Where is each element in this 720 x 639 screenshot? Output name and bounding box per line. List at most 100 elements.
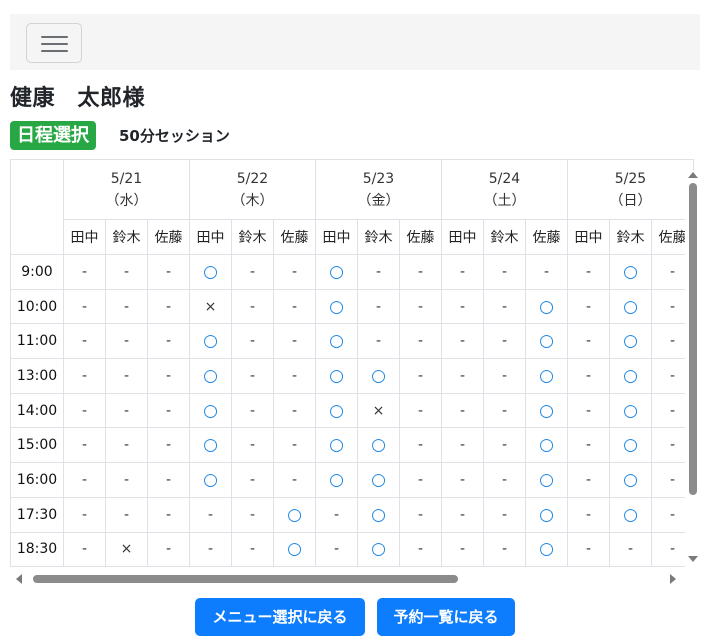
unavailable-slot: - xyxy=(189,531,232,568)
booked-slot: × xyxy=(357,392,400,429)
available-slot[interactable]: ○ xyxy=(357,496,400,533)
back-to-menu-button[interactable]: メニュー選択に戻る xyxy=(195,598,365,636)
available-slot[interactable]: ○ xyxy=(609,462,652,498)
unavailable-slot: - xyxy=(147,392,190,429)
available-slot[interactable]: ○ xyxy=(609,254,652,290)
available-slot[interactable]: ○ xyxy=(189,254,232,290)
unavailable-slot: - xyxy=(63,531,106,568)
time-label: 13:00 xyxy=(10,358,64,394)
unavailable-slot: - xyxy=(399,288,442,325)
scroll-up-arrow-icon[interactable] xyxy=(688,172,698,178)
unavailable-slot: - xyxy=(483,496,526,533)
date-header-row: 5/21 （水） 5/22 （木） 5/23 （金） 5/24 （土） 5/25 （日） xyxy=(10,159,694,255)
unavailable-slot: - xyxy=(105,358,148,394)
unavailable-slot: - xyxy=(273,427,316,464)
available-slot[interactable]: ○ xyxy=(357,358,400,394)
unavailable-slot: - xyxy=(63,496,106,533)
date-header: 5/23 （金） xyxy=(315,159,442,220)
available-slot[interactable]: ○ xyxy=(189,392,232,429)
horizontal-scroll-thumb[interactable] xyxy=(33,575,458,583)
unavailable-slot: - xyxy=(63,288,106,325)
time-label: 14:00 xyxy=(10,392,64,429)
unavailable-slot: - xyxy=(399,323,442,360)
available-slot[interactable]: ○ xyxy=(609,323,652,360)
available-slot[interactable]: ○ xyxy=(525,531,568,568)
unavailable-slot: - xyxy=(483,358,526,394)
unavailable-slot: - xyxy=(273,323,316,360)
unavailable-slot: - xyxy=(315,496,358,533)
unavailable-slot: - xyxy=(567,427,610,464)
date-header: 5/25 （日） xyxy=(567,159,694,220)
available-slot[interactable]: ○ xyxy=(357,462,400,498)
unavailable-slot: - xyxy=(483,531,526,568)
time-label: 9:00 xyxy=(10,254,64,290)
weekday-label: （土） xyxy=(483,192,526,209)
available-slot[interactable]: ○ xyxy=(357,427,400,464)
unavailable-slot: - xyxy=(399,358,442,394)
available-slot[interactable]: ○ xyxy=(315,462,358,498)
time-row: 17:30- - - - - ○ - ○ - - - ○ - ○ - xyxy=(10,496,694,533)
time-label: 10:00 xyxy=(10,288,64,325)
unavailable-slot: - xyxy=(441,427,484,464)
available-slot[interactable]: ○ xyxy=(525,496,568,533)
unavailable-slot: - xyxy=(399,496,442,533)
available-slot[interactable]: ○ xyxy=(525,392,568,429)
unavailable-slot: - xyxy=(357,288,400,325)
available-slot[interactable]: ○ xyxy=(189,358,232,394)
weekday-label: （金） xyxy=(357,192,400,209)
available-slot[interactable]: ○ xyxy=(525,358,568,394)
available-slot[interactable]: ○ xyxy=(315,288,358,325)
available-slot[interactable]: ○ xyxy=(609,288,652,325)
unavailable-slot: - xyxy=(357,323,400,360)
date-header: 5/21 （水） xyxy=(63,159,190,220)
staff-header: 鈴木 xyxy=(483,219,526,255)
unavailable-slot: - xyxy=(231,254,274,290)
unavailable-slot: - xyxy=(441,531,484,568)
available-slot[interactable]: ○ xyxy=(525,462,568,498)
available-slot[interactable]: ○ xyxy=(609,427,652,464)
staff-header: 鈴木 xyxy=(231,219,274,255)
booked-slot: × xyxy=(105,531,148,568)
available-slot[interactable]: ○ xyxy=(315,427,358,464)
unavailable-slot: - xyxy=(399,392,442,429)
staff-header: 鈴木 xyxy=(105,219,148,255)
corner-cell xyxy=(10,159,64,255)
available-slot[interactable]: ○ xyxy=(189,427,232,464)
unavailable-slot: - xyxy=(483,288,526,325)
unavailable-slot: - xyxy=(399,254,442,290)
horizontal-scrollbar[interactable] xyxy=(10,571,685,586)
scroll-left-arrow-icon[interactable] xyxy=(16,574,22,584)
available-slot[interactable]: ○ xyxy=(357,531,400,568)
unavailable-slot: - xyxy=(231,462,274,498)
scroll-down-arrow-icon[interactable] xyxy=(688,556,698,562)
vertical-scroll-thumb[interactable] xyxy=(689,183,697,495)
unavailable-slot: - xyxy=(441,392,484,429)
available-slot[interactable]: ○ xyxy=(315,392,358,429)
schedule-table-container[interactable]: 5/21 （水） 5/22 （木） 5/23 （金） 5/24 （土） 5/25 （日） 田中 鈴木… xyxy=(10,159,698,570)
time-label: 18:30 xyxy=(10,531,64,568)
available-slot[interactable]: ○ xyxy=(273,531,316,568)
available-slot[interactable]: ○ xyxy=(315,323,358,360)
available-slot[interactable]: ○ xyxy=(609,496,652,533)
available-slot[interactable]: ○ xyxy=(273,496,316,533)
available-slot[interactable]: ○ xyxy=(189,462,232,498)
vertical-scrollbar[interactable] xyxy=(685,170,700,570)
available-slot[interactable]: ○ xyxy=(525,323,568,360)
unavailable-slot: - xyxy=(147,288,190,325)
staff-header: 鈴木 xyxy=(609,219,652,255)
unavailable-slot: - xyxy=(147,462,190,498)
unavailable-slot: - xyxy=(441,358,484,394)
available-slot[interactable]: ○ xyxy=(315,254,358,290)
available-slot[interactable]: ○ xyxy=(525,427,568,464)
available-slot[interactable]: ○ xyxy=(609,358,652,394)
navbar-toggler-button[interactable] xyxy=(26,23,82,63)
available-slot[interactable]: ○ xyxy=(315,358,358,394)
unavailable-slot: - xyxy=(399,531,442,568)
unavailable-slot: - xyxy=(105,392,148,429)
unavailable-slot: - xyxy=(273,254,316,290)
back-to-list-button[interactable]: 予約一覧に戻る xyxy=(377,598,515,636)
scroll-right-arrow-icon[interactable] xyxy=(670,574,676,584)
available-slot[interactable]: ○ xyxy=(609,392,652,429)
available-slot[interactable]: ○ xyxy=(525,288,568,325)
available-slot[interactable]: ○ xyxy=(189,323,232,360)
